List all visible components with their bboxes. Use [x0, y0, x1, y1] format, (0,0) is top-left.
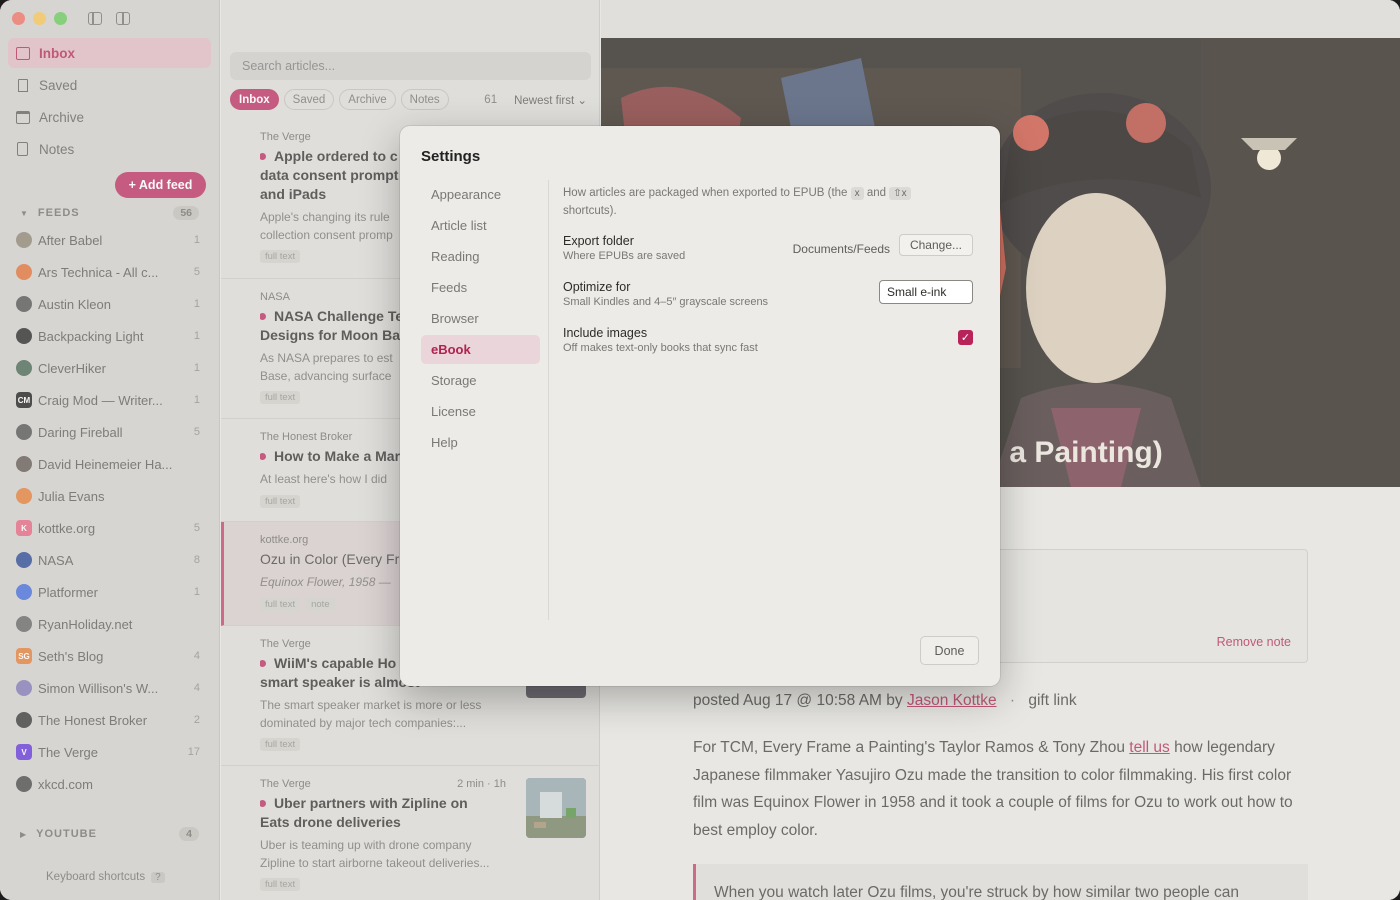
include-images-row: Include images Off makes text-only books…	[563, 326, 973, 356]
app-window: Inbox Saved Archive Notes + Add feed ▼ F…	[0, 0, 1400, 900]
settings-dialog: Settings Appearance Article list Reading Fe…	[400, 126, 1000, 686]
checkmark-icon: ✓	[960, 332, 971, 344]
optimize-select[interactable]: Small e-ink	[879, 280, 973, 304]
settings-nav-appearance[interactable]: Appearance	[421, 180, 540, 209]
settings-nav-feeds[interactable]: Feeds	[421, 273, 540, 302]
settings-nav-storage[interactable]: Storage	[421, 366, 540, 395]
include-images-sub: Off makes text-only books that sync fast	[563, 342, 758, 354]
settings-nav: Appearance Article list Reading Feeds Browse…	[421, 180, 540, 459]
settings-nav-help[interactable]: Help	[421, 428, 540, 457]
include-images-label: Include images	[563, 326, 648, 340]
settings-nav-browser[interactable]: Browser	[421, 304, 540, 333]
export-folder-row: Export folder Where EPUBs are saved Docu…	[563, 234, 973, 264]
ebook-description: How articles are packaged when exported …	[563, 184, 973, 220]
export-folder-path: Documents/Feeds	[792, 242, 890, 256]
shortcut-key-shift-x: ⇧x	[889, 187, 911, 200]
settings-title: Settings	[421, 148, 481, 165]
optimize-row: Optimize for Small Kindles and 4–5″ gray…	[563, 280, 973, 310]
settings-divider	[548, 180, 549, 620]
settings-nav-ebook[interactable]: eBook	[421, 335, 540, 364]
shortcut-key-x: x	[850, 187, 864, 200]
include-images-checkbox[interactable]: ✓	[958, 330, 973, 345]
done-button[interactable]: Done	[920, 636, 979, 665]
change-folder-button[interactable]: Change...	[899, 234, 973, 256]
settings-nav-license[interactable]: License	[421, 397, 540, 426]
ebook-settings: How articles are packaged when exported …	[563, 184, 973, 354]
settings-nav-article-list[interactable]: Article list	[421, 211, 540, 240]
settings-nav-reading[interactable]: Reading	[421, 242, 540, 271]
